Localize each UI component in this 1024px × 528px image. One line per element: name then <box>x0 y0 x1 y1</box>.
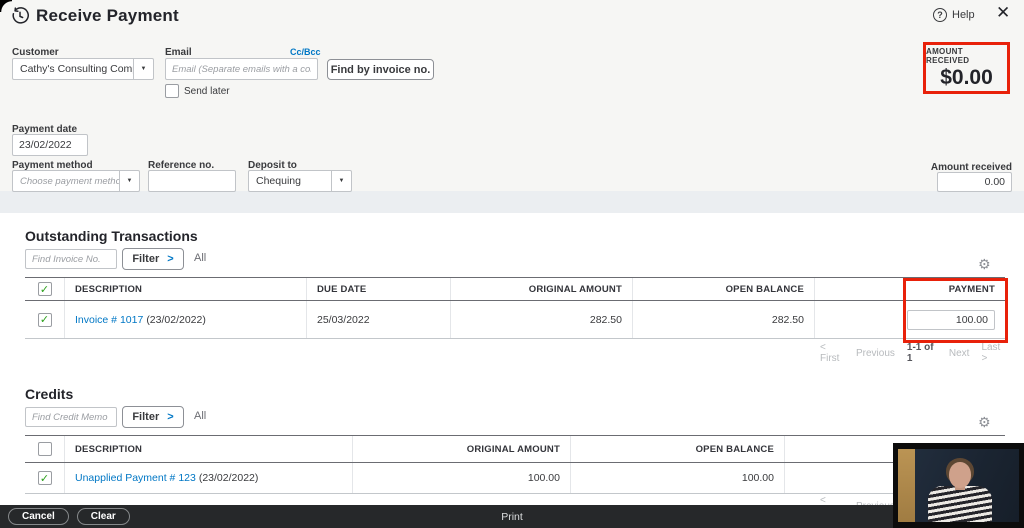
filter-label: Filter <box>132 253 159 265</box>
due-date-cell: 25/03/2022 <box>307 301 451 338</box>
invoice-date-suffix: (23/02/2022) <box>146 314 206 326</box>
email-input[interactable] <box>165 58 318 80</box>
credits-all-label: All <box>194 410 206 422</box>
gear-icon[interactable]: ⚙ <box>978 414 991 431</box>
amount-received-box-label: AMOUNT RECEIVED <box>926 47 1007 65</box>
credits-table: DESCRIPTION ORIGINAL AMOUNT OPEN BALANCE… <box>25 435 1005 494</box>
outstanding-table: ✓ DESCRIPTION DUE DATE ORIGINAL AMOUNT O… <box>25 277 1005 339</box>
send-later-checkbox[interactable] <box>165 84 179 98</box>
find-credit-memo-input[interactable] <box>25 407 117 427</box>
reference-no-input[interactable] <box>148 170 236 192</box>
credits-header-row: DESCRIPTION ORIGINAL AMOUNT OPEN BALANCE… <box>25 436 1005 463</box>
gear-icon[interactable]: ⚙ <box>978 256 991 273</box>
outstanding-all-label: All <box>194 252 206 264</box>
find-invoice-input[interactable] <box>25 249 117 269</box>
webcam-video <box>898 449 1019 522</box>
payment-date-input[interactable] <box>12 134 88 156</box>
deposit-to-select[interactable]: Chequing ▼ <box>248 170 352 192</box>
open-balance-cell: 282.50 <box>633 301 815 338</box>
receive-payment-page: Receive Payment ? Help ✕ Customer Cathy'… <box>0 0 1024 528</box>
filter-label: Filter <box>132 411 159 423</box>
outstanding-pagination: < First Previous 1-1 of 1 Next Last > <box>820 342 1005 364</box>
pagination-next[interactable]: Next <box>949 348 970 359</box>
original-amount-cell: 100.00 <box>353 463 571 493</box>
col-due-date: DUE DATE <box>307 278 451 300</box>
credit-date-suffix: (23/02/2022) <box>199 472 259 484</box>
customer-value: Cathy's Consulting Company <box>13 59 133 79</box>
payment-amount-input[interactable] <box>907 310 995 330</box>
payment-method-placeholder: Choose payment method <box>13 171 119 191</box>
section-divider <box>0 191 1024 213</box>
send-later-label: Send later <box>184 86 230 97</box>
outstanding-header-row: ✓ DESCRIPTION DUE DATE ORIGINAL AMOUNT O… <box>25 278 1005 301</box>
invoice-link[interactable]: Invoice # 1017 <box>75 314 143 326</box>
table-row: ✓ Unapplied Payment # 123 (23/02/2022) 1… <box>25 463 1005 493</box>
pagination-previous[interactable]: Previous <box>856 348 895 359</box>
amount-received-input[interactable] <box>937 172 1012 192</box>
pagination-last[interactable]: Last > <box>981 342 1005 364</box>
print-button[interactable]: Print <box>0 511 1024 523</box>
table-row: ✓ Invoice # 1017 (23/02/2022) 25/03/2022… <box>25 301 1005 338</box>
webcam-overlay <box>893 443 1024 528</box>
open-balance-cell: 100.00 <box>571 463 785 493</box>
help-label: Help <box>952 9 975 21</box>
col-payment: PAYMENT <box>815 278 1005 300</box>
close-icon[interactable]: ✕ <box>996 3 1010 23</box>
select-all-checkbox[interactable]: ✓ <box>38 282 52 296</box>
outstanding-title: Outstanding Transactions <box>25 228 198 244</box>
deposit-to-value: Chequing <box>249 171 331 191</box>
help-icon: ? <box>933 8 947 22</box>
screen-corner <box>0 0 12 12</box>
cc-bcc-link[interactable]: Cc/Bcc <box>290 47 321 57</box>
chevron-down-icon[interactable]: ▼ <box>133 59 153 79</box>
pagination-first[interactable]: < First <box>820 342 844 364</box>
chevron-down-icon[interactable]: ▼ <box>119 171 139 191</box>
find-by-invoice-button[interactable]: Find by invoice no. <box>327 59 434 80</box>
chevron-right-icon: > <box>167 411 173 423</box>
pagination-range: 1-1 of 1 <box>907 342 937 364</box>
recent-transactions-icon[interactable] <box>11 7 29 25</box>
unapplied-payment-link[interactable]: Unapplied Payment # 123 <box>75 472 196 484</box>
check-icon: ✓ <box>40 313 49 326</box>
select-all-checkbox[interactable] <box>38 442 52 456</box>
webcam-background-wall <box>898 449 915 522</box>
credits-title: Credits <box>25 386 73 402</box>
check-icon: ✓ <box>40 472 49 485</box>
col-open-balance: OPEN BALANCE <box>633 278 815 300</box>
webcam-person-face <box>949 462 971 488</box>
chevron-right-icon: > <box>167 253 173 265</box>
col-original-amount: ORIGINAL AMOUNT <box>353 436 571 462</box>
payment-method-select[interactable]: Choose payment method ▼ <box>12 170 140 192</box>
row-checkbox[interactable]: ✓ <box>38 313 52 327</box>
col-description: DESCRIPTION <box>65 278 307 300</box>
amount-received-box-value: $0.00 <box>940 66 993 90</box>
footer-bar: Cancel Clear Print <box>0 505 1024 528</box>
customer-label: Customer <box>12 47 59 58</box>
check-icon: ✓ <box>40 283 49 296</box>
page-title: Receive Payment <box>36 6 179 26</box>
email-label: Email <box>165 47 192 58</box>
col-original-amount: ORIGINAL AMOUNT <box>451 278 633 300</box>
col-open-balance: OPEN BALANCE <box>571 436 785 462</box>
help-button[interactable]: ? Help <box>933 8 975 22</box>
chevron-down-icon[interactable]: ▼ <box>331 171 351 191</box>
original-amount-cell: 282.50 <box>451 301 633 338</box>
row-checkbox[interactable]: ✓ <box>38 471 52 485</box>
outstanding-filter-button[interactable]: Filter > <box>122 248 184 270</box>
credits-filter-button[interactable]: Filter > <box>122 406 184 428</box>
customer-select[interactable]: Cathy's Consulting Company ▼ <box>12 58 154 80</box>
amount-received-box: AMOUNT RECEIVED $0.00 <box>923 42 1010 94</box>
webcam-person-body <box>928 486 992 522</box>
col-description: DESCRIPTION <box>65 436 353 462</box>
